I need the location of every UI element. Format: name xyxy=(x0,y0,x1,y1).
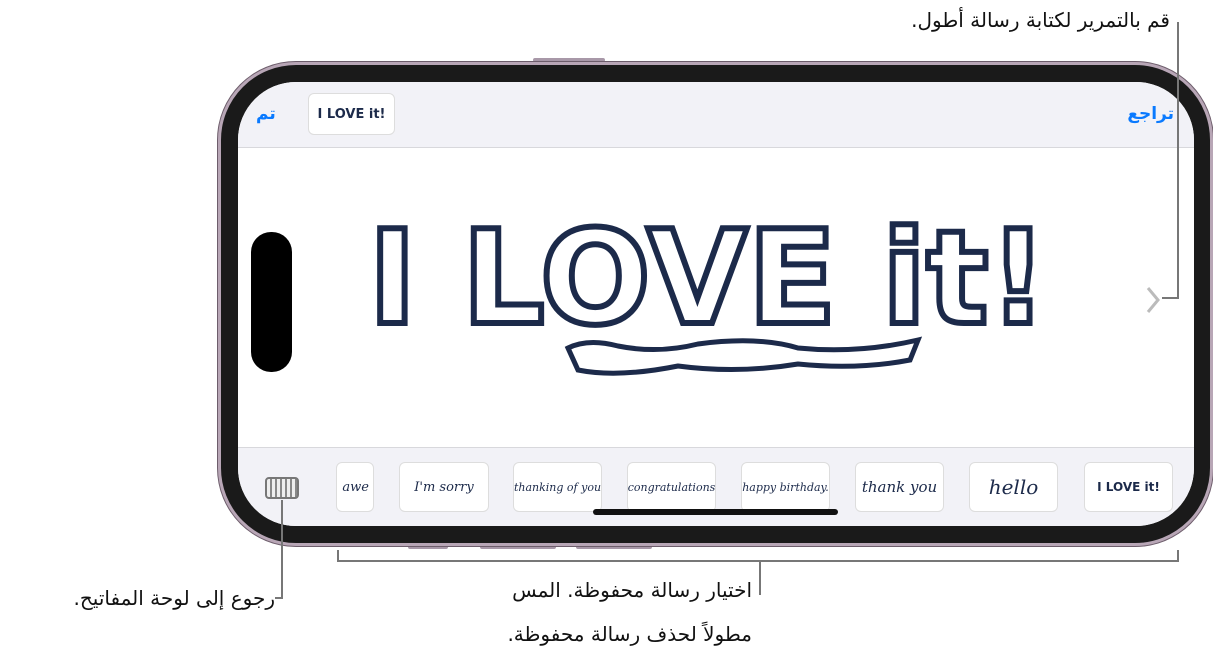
callout-saved-1: اختيار رسالة محفوظة. المس xyxy=(512,578,752,602)
handwritten-message: I LOVE it! xyxy=(368,202,1048,354)
saved-message[interactable]: happy birthday. xyxy=(741,462,830,512)
top-bar: تم I LOVE it! تراجع xyxy=(238,82,1194,148)
callout-bracket xyxy=(1177,550,1179,562)
saved-message[interactable]: I LOVE it! xyxy=(1084,462,1173,512)
callout-scroll: قم بالتمرير لكتابة رسالة أطول. xyxy=(911,8,1170,32)
keyboard-icon[interactable] xyxy=(265,477,299,499)
callout-saved-2: مطولاً لحذف رسالة محفوظة. xyxy=(507,622,752,646)
handwriting-canvas[interactable]: I LOVE it! xyxy=(238,148,1194,447)
undo-button[interactable]: تراجع xyxy=(1127,104,1174,124)
saved-message[interactable]: I'm sorry xyxy=(399,462,489,512)
screen: تم I LOVE it! تراجع I LOVE it! awe I'm s… xyxy=(238,82,1194,526)
saved-message[interactable]: thank you xyxy=(855,462,944,512)
home-indicator[interactable] xyxy=(593,509,838,515)
callout-line xyxy=(275,597,283,599)
chevron-right-icon[interactable] xyxy=(1146,287,1160,313)
callout-line xyxy=(281,500,283,599)
callout-line xyxy=(759,560,761,595)
current-message-preview[interactable]: I LOVE it! xyxy=(308,93,395,135)
done-button[interactable]: تم xyxy=(256,104,276,124)
saved-message[interactable]: congratulations xyxy=(627,462,716,512)
saved-message[interactable]: thanking of you xyxy=(513,462,602,512)
saved-message[interactable]: hello xyxy=(969,462,1058,512)
dynamic-island xyxy=(251,232,292,372)
saved-message[interactable]: awe xyxy=(336,462,374,512)
callout-bracket xyxy=(337,560,1179,562)
callout-line xyxy=(1177,22,1179,299)
callout-bracket xyxy=(337,550,339,562)
callout-line xyxy=(1162,297,1179,299)
callout-keyboard: رجوع إلى لوحة المفاتيح. xyxy=(73,586,275,610)
